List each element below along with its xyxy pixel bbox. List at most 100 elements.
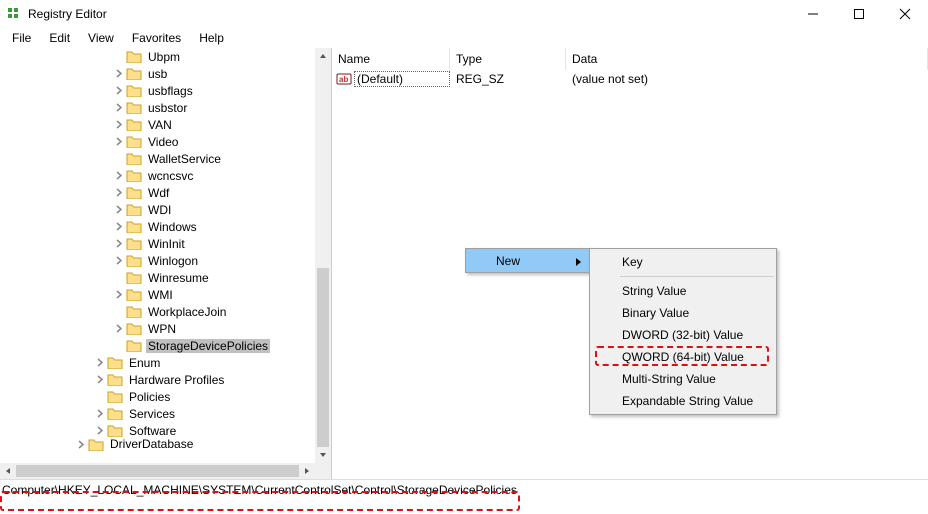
tree-item-label: Enum [127,356,162,370]
tree-expander-icon[interactable] [91,426,107,435]
tree-item[interactable]: Video [0,133,315,150]
close-button[interactable] [882,0,928,28]
scroll-thumb-h[interactable] [16,465,299,477]
tree-expander-icon[interactable] [110,171,126,180]
scroll-up-button[interactable] [315,48,331,64]
app-icon [6,6,22,22]
tree-expander-icon[interactable] [72,440,88,449]
tree-item[interactable]: WorkplaceJoin [0,303,315,320]
tree-item[interactable]: usb [0,65,315,82]
folder-icon [126,50,142,63]
col-header-data[interactable]: Data [566,48,928,70]
tree-expander-icon[interactable] [110,137,126,146]
folder-icon [107,356,123,369]
window-title: Registry Editor [28,7,790,21]
tree-item[interactable]: Ubpm [0,48,315,65]
tree-expander-icon[interactable] [91,358,107,367]
tree-item-label: DriverDatabase [108,437,195,451]
tree-item-label: Winlogon [146,254,200,268]
maximize-button[interactable] [836,0,882,28]
folder-icon [126,135,142,148]
tree-item[interactable]: Winlogon [0,252,315,269]
tree-item-label: Ubpm [146,50,182,64]
tree-expander-icon[interactable] [110,290,126,299]
tree-item[interactable]: VAN [0,116,315,133]
context-menu-new[interactable]: New [466,249,590,272]
context-submenu-new: Key String Value Binary Value DWORD (32-… [589,248,777,415]
tree-item[interactable]: WDI [0,201,315,218]
scroll-thumb[interactable] [317,268,329,447]
folder-icon [126,186,142,199]
folder-icon [126,67,142,80]
tree-expander-icon[interactable] [110,256,126,265]
scroll-right-button[interactable] [299,463,315,479]
tree-expander-icon[interactable] [110,69,126,78]
menu-favorites[interactable]: Favorites [124,29,189,47]
tree-pane: Ubpm usb usbflagsusbstor VANVideoWalletServ… [0,48,332,479]
tree-item-label: usbflags [146,84,195,98]
menu-new-qword[interactable]: QWORD (64-bit) Value [590,346,776,368]
tree-expander-icon[interactable] [110,222,126,231]
tree-item-label: VAN [146,118,174,132]
col-header-name[interactable]: Name [332,48,450,70]
scroll-left-button[interactable] [0,463,16,479]
tree-hscrollbar[interactable] [0,463,315,479]
tree-expander-icon[interactable] [91,409,107,418]
folder-icon [126,84,142,97]
folder-icon [126,237,142,250]
tree-item[interactable]: WinInit [0,235,315,252]
tree-item[interactable]: wcncsvc [0,167,315,184]
svg-text:ab: ab [339,75,348,84]
tree-item[interactable]: Enum [0,354,315,371]
tree-item[interactable]: usbflags [0,82,315,99]
minimize-button[interactable] [790,0,836,28]
menu-new-binary[interactable]: Binary Value [590,302,776,324]
tree-item[interactable]: WPN [0,320,315,337]
folder-icon [126,203,142,216]
tree-expander-icon[interactable] [110,86,126,95]
folder-icon [107,424,123,437]
tree-item-label: wcncsvc [146,169,195,183]
tree-view[interactable]: Ubpm usb usbflagsusbstor VANVideoWalletServ… [0,48,315,463]
tree-expander-icon[interactable] [110,324,126,333]
folder-icon [107,390,123,403]
menu-help[interactable]: Help [191,29,232,47]
folder-icon [126,152,142,165]
folder-icon [88,438,104,451]
menu-new-expandstring[interactable]: Expandable String Value [590,390,776,412]
tree-item[interactable]: usbstor [0,99,315,116]
tree-item[interactable]: DriverDatabase [0,439,315,449]
tree-item[interactable]: WalletService [0,150,315,167]
tree-vscrollbar[interactable] [315,48,331,463]
tree-item[interactable]: WMI [0,286,315,303]
tree-item[interactable]: Services [0,405,315,422]
menu-new-key[interactable]: Key [590,251,776,273]
tree-item-label: usb [146,67,169,81]
scroll-down-button[interactable] [315,447,331,463]
tree-item[interactable]: Wdf [0,184,315,201]
col-header-type[interactable]: Type [450,48,566,70]
tree-expander-icon[interactable] [110,239,126,248]
tree-item[interactable]: Windows [0,218,315,235]
tree-item[interactable]: Winresume [0,269,315,286]
tree-expander-icon[interactable] [110,103,126,112]
menu-view[interactable]: View [80,29,122,47]
tree-item[interactable]: Policies [0,388,315,405]
folder-icon [126,339,142,352]
tree-item[interactable]: StorageDevicePolicies [0,337,315,354]
tree-expander-icon[interactable] [91,375,107,384]
menu-new-string[interactable]: String Value [590,280,776,302]
tree-expander-icon[interactable] [110,120,126,129]
menu-new-multistring[interactable]: Multi-String Value [590,368,776,390]
folder-icon [126,254,142,267]
folder-icon [126,322,142,335]
menu-edit[interactable]: Edit [41,29,78,47]
tree-item[interactable]: Hardware Profiles [0,371,315,388]
menu-file[interactable]: File [4,29,39,47]
workspace: Ubpm usb usbflagsusbstor VANVideoWalletServ… [0,48,928,480]
value-row[interactable]: ab (Default) REG_SZ (value not set) [332,70,928,88]
menu-new-dword[interactable]: DWORD (32-bit) Value [590,324,776,346]
tree-expander-icon[interactable] [110,188,126,197]
tree-expander-icon[interactable] [110,205,126,214]
folder-icon [126,220,142,233]
